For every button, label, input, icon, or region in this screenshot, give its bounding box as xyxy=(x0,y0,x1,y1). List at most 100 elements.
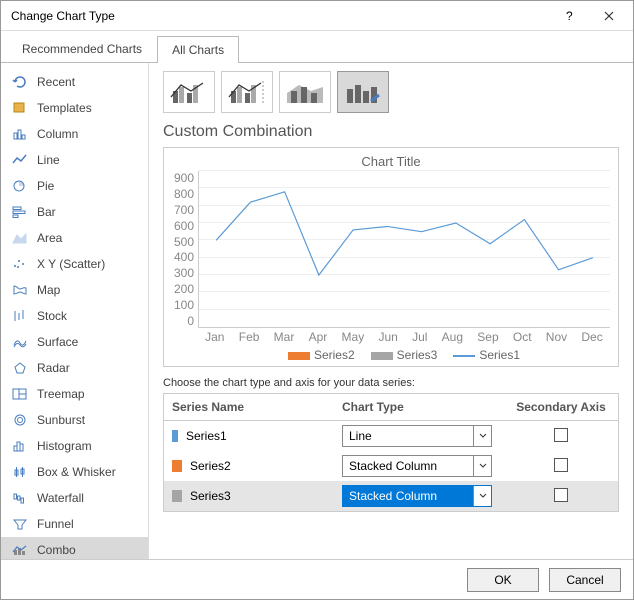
series-row-series3[interactable]: Series3 Stacked Column xyxy=(164,481,618,511)
bar-icon xyxy=(11,204,29,220)
funnel-icon xyxy=(11,516,29,532)
sidebar-item-label: X Y (Scatter) xyxy=(37,257,105,271)
sidebar-item-funnel[interactable]: Funnel xyxy=(1,511,148,537)
sidebar-item-label: Column xyxy=(37,127,78,141)
dialog-title: Change Chart Type xyxy=(11,9,549,23)
column-icon xyxy=(11,126,29,142)
recent-icon xyxy=(11,74,29,90)
sidebar-item-column[interactable]: Column xyxy=(1,121,148,147)
series-table: Series Name Chart Type Secondary Axis Se… xyxy=(163,393,619,512)
sidebar-item-label: Funnel xyxy=(37,517,74,531)
tab-recommended-charts[interactable]: Recommended Charts xyxy=(7,35,157,62)
sidebar-item-box-whisker[interactable]: Box & Whisker xyxy=(1,459,148,485)
col-head-series-name: Series Name xyxy=(164,394,334,420)
sidebar-item-recent[interactable]: Recent xyxy=(1,69,148,95)
tab-all-charts[interactable]: All Charts xyxy=(157,36,239,63)
sidebar-item-area[interactable]: Area xyxy=(1,225,148,251)
sidebar-item-surface[interactable]: Surface xyxy=(1,329,148,355)
chart-type-dropdown-series1[interactable]: Line xyxy=(342,425,492,447)
templates-icon xyxy=(11,100,29,116)
sidebar-item-label: Radar xyxy=(37,361,70,375)
treemap-icon xyxy=(11,386,29,402)
series-prompt: Choose the chart type and axis for your … xyxy=(163,377,619,389)
sidebar-item-label: Waterfall xyxy=(37,491,84,505)
chart-type-dropdown-series2[interactable]: Stacked Column xyxy=(342,455,492,477)
sidebar-item-label: Sunburst xyxy=(37,413,85,427)
sidebar-item-label: Recent xyxy=(37,75,75,89)
sidebar-item-radar[interactable]: Radar xyxy=(1,355,148,381)
combo-subtype-row xyxy=(163,71,619,113)
line-icon xyxy=(11,152,29,168)
x-axis: JanFebMarAprMayJunJulAugSepOctNovDec xyxy=(172,330,610,344)
waterfall-icon xyxy=(11,490,29,506)
sidebar-item-label: Surface xyxy=(37,335,78,349)
chart-plot-area xyxy=(198,171,610,328)
chevron-down-icon xyxy=(473,456,491,476)
close-button[interactable] xyxy=(589,2,629,30)
series-row-series1[interactable]: Series1 Line xyxy=(164,421,618,451)
titlebar: Change Chart Type ? xyxy=(1,1,633,31)
secondary-axis-checkbox-series3[interactable] xyxy=(554,488,568,502)
chart-title: Chart Title xyxy=(172,154,610,169)
section-title: Custom Combination xyxy=(163,123,619,141)
secondary-axis-checkbox-series1[interactable] xyxy=(554,428,568,442)
series-swatch-icon xyxy=(172,430,178,442)
series-row-series2[interactable]: Series2 Stacked Column xyxy=(164,451,618,481)
sidebar-item-label: Pie xyxy=(37,179,54,193)
sidebar-item-label: Treemap xyxy=(37,387,85,401)
y-axis: 9008007006005004003002001000 xyxy=(172,171,198,328)
stock-icon xyxy=(11,308,29,324)
sidebar-item-bar[interactable]: Bar xyxy=(1,199,148,225)
sidebar-item-label: Combo xyxy=(37,543,76,557)
col-head-chart-type: Chart Type xyxy=(334,396,504,418)
sidebar-item-label: Bar xyxy=(37,205,56,219)
sidebar-item-pie[interactable]: Pie xyxy=(1,173,148,199)
dialog-footer: OK Cancel xyxy=(1,559,633,599)
cancel-button[interactable]: Cancel xyxy=(549,568,621,592)
subtype-stacked-area-column[interactable] xyxy=(279,71,331,113)
col-head-secondary-axis: Secondary Axis xyxy=(504,396,618,418)
tab-bar: Recommended Charts All Charts xyxy=(1,31,633,63)
sidebar-item-line[interactable]: Line xyxy=(1,147,148,173)
sunburst-icon xyxy=(11,412,29,428)
chart-legend: Series2 Series3 Series1 xyxy=(172,348,610,362)
sidebar-item-label: Templates xyxy=(37,101,92,115)
radar-icon xyxy=(11,360,29,376)
sidebar-item-label: Map xyxy=(37,283,60,297)
histogram-icon xyxy=(11,438,29,454)
sidebar-item-scatter[interactable]: X Y (Scatter) xyxy=(1,251,148,277)
ok-button[interactable]: OK xyxy=(467,568,539,592)
chart-preview[interactable]: Chart Title 9008007006005004003002001000… xyxy=(163,147,619,367)
chart-type-dropdown-series3[interactable]: Stacked Column xyxy=(342,485,492,507)
box-whisker-icon xyxy=(11,464,29,480)
sidebar-item-templates[interactable]: Templates xyxy=(1,95,148,121)
sidebar-item-treemap[interactable]: Treemap xyxy=(1,381,148,407)
pie-icon xyxy=(11,178,29,194)
map-icon xyxy=(11,282,29,298)
subtype-clustered-column-line[interactable] xyxy=(163,71,215,113)
chevron-down-icon xyxy=(473,486,491,506)
sidebar-item-waterfall[interactable]: Waterfall xyxy=(1,485,148,511)
subtype-custom-combination[interactable] xyxy=(337,71,389,113)
subtype-clustered-column-line-secondary[interactable] xyxy=(221,71,273,113)
sidebar-item-histogram[interactable]: Histogram xyxy=(1,433,148,459)
sidebar-item-label: Box & Whisker xyxy=(37,465,116,479)
series-swatch-icon xyxy=(172,490,182,502)
sidebar-item-sunburst[interactable]: Sunburst xyxy=(1,407,148,433)
sidebar-item-label: Area xyxy=(37,231,62,245)
svg-text:?: ? xyxy=(566,11,573,21)
combo-icon xyxy=(11,542,29,558)
change-chart-type-dialog: Change Chart Type ? Recommended Charts A… xyxy=(0,0,634,600)
secondary-axis-checkbox-series2[interactable] xyxy=(554,458,568,472)
surface-icon xyxy=(11,334,29,350)
sidebar-item-combo[interactable]: Combo xyxy=(1,537,148,559)
sidebar-item-stock[interactable]: Stock xyxy=(1,303,148,329)
area-icon xyxy=(11,230,29,246)
sidebar-item-map[interactable]: Map xyxy=(1,277,148,303)
help-button[interactable]: ? xyxy=(549,2,589,30)
sidebar-item-label: Stock xyxy=(37,309,67,323)
series-swatch-icon xyxy=(172,460,182,472)
sidebar-item-label: Histogram xyxy=(37,439,92,453)
chevron-down-icon xyxy=(473,426,491,446)
sidebar-item-label: Line xyxy=(37,153,60,167)
